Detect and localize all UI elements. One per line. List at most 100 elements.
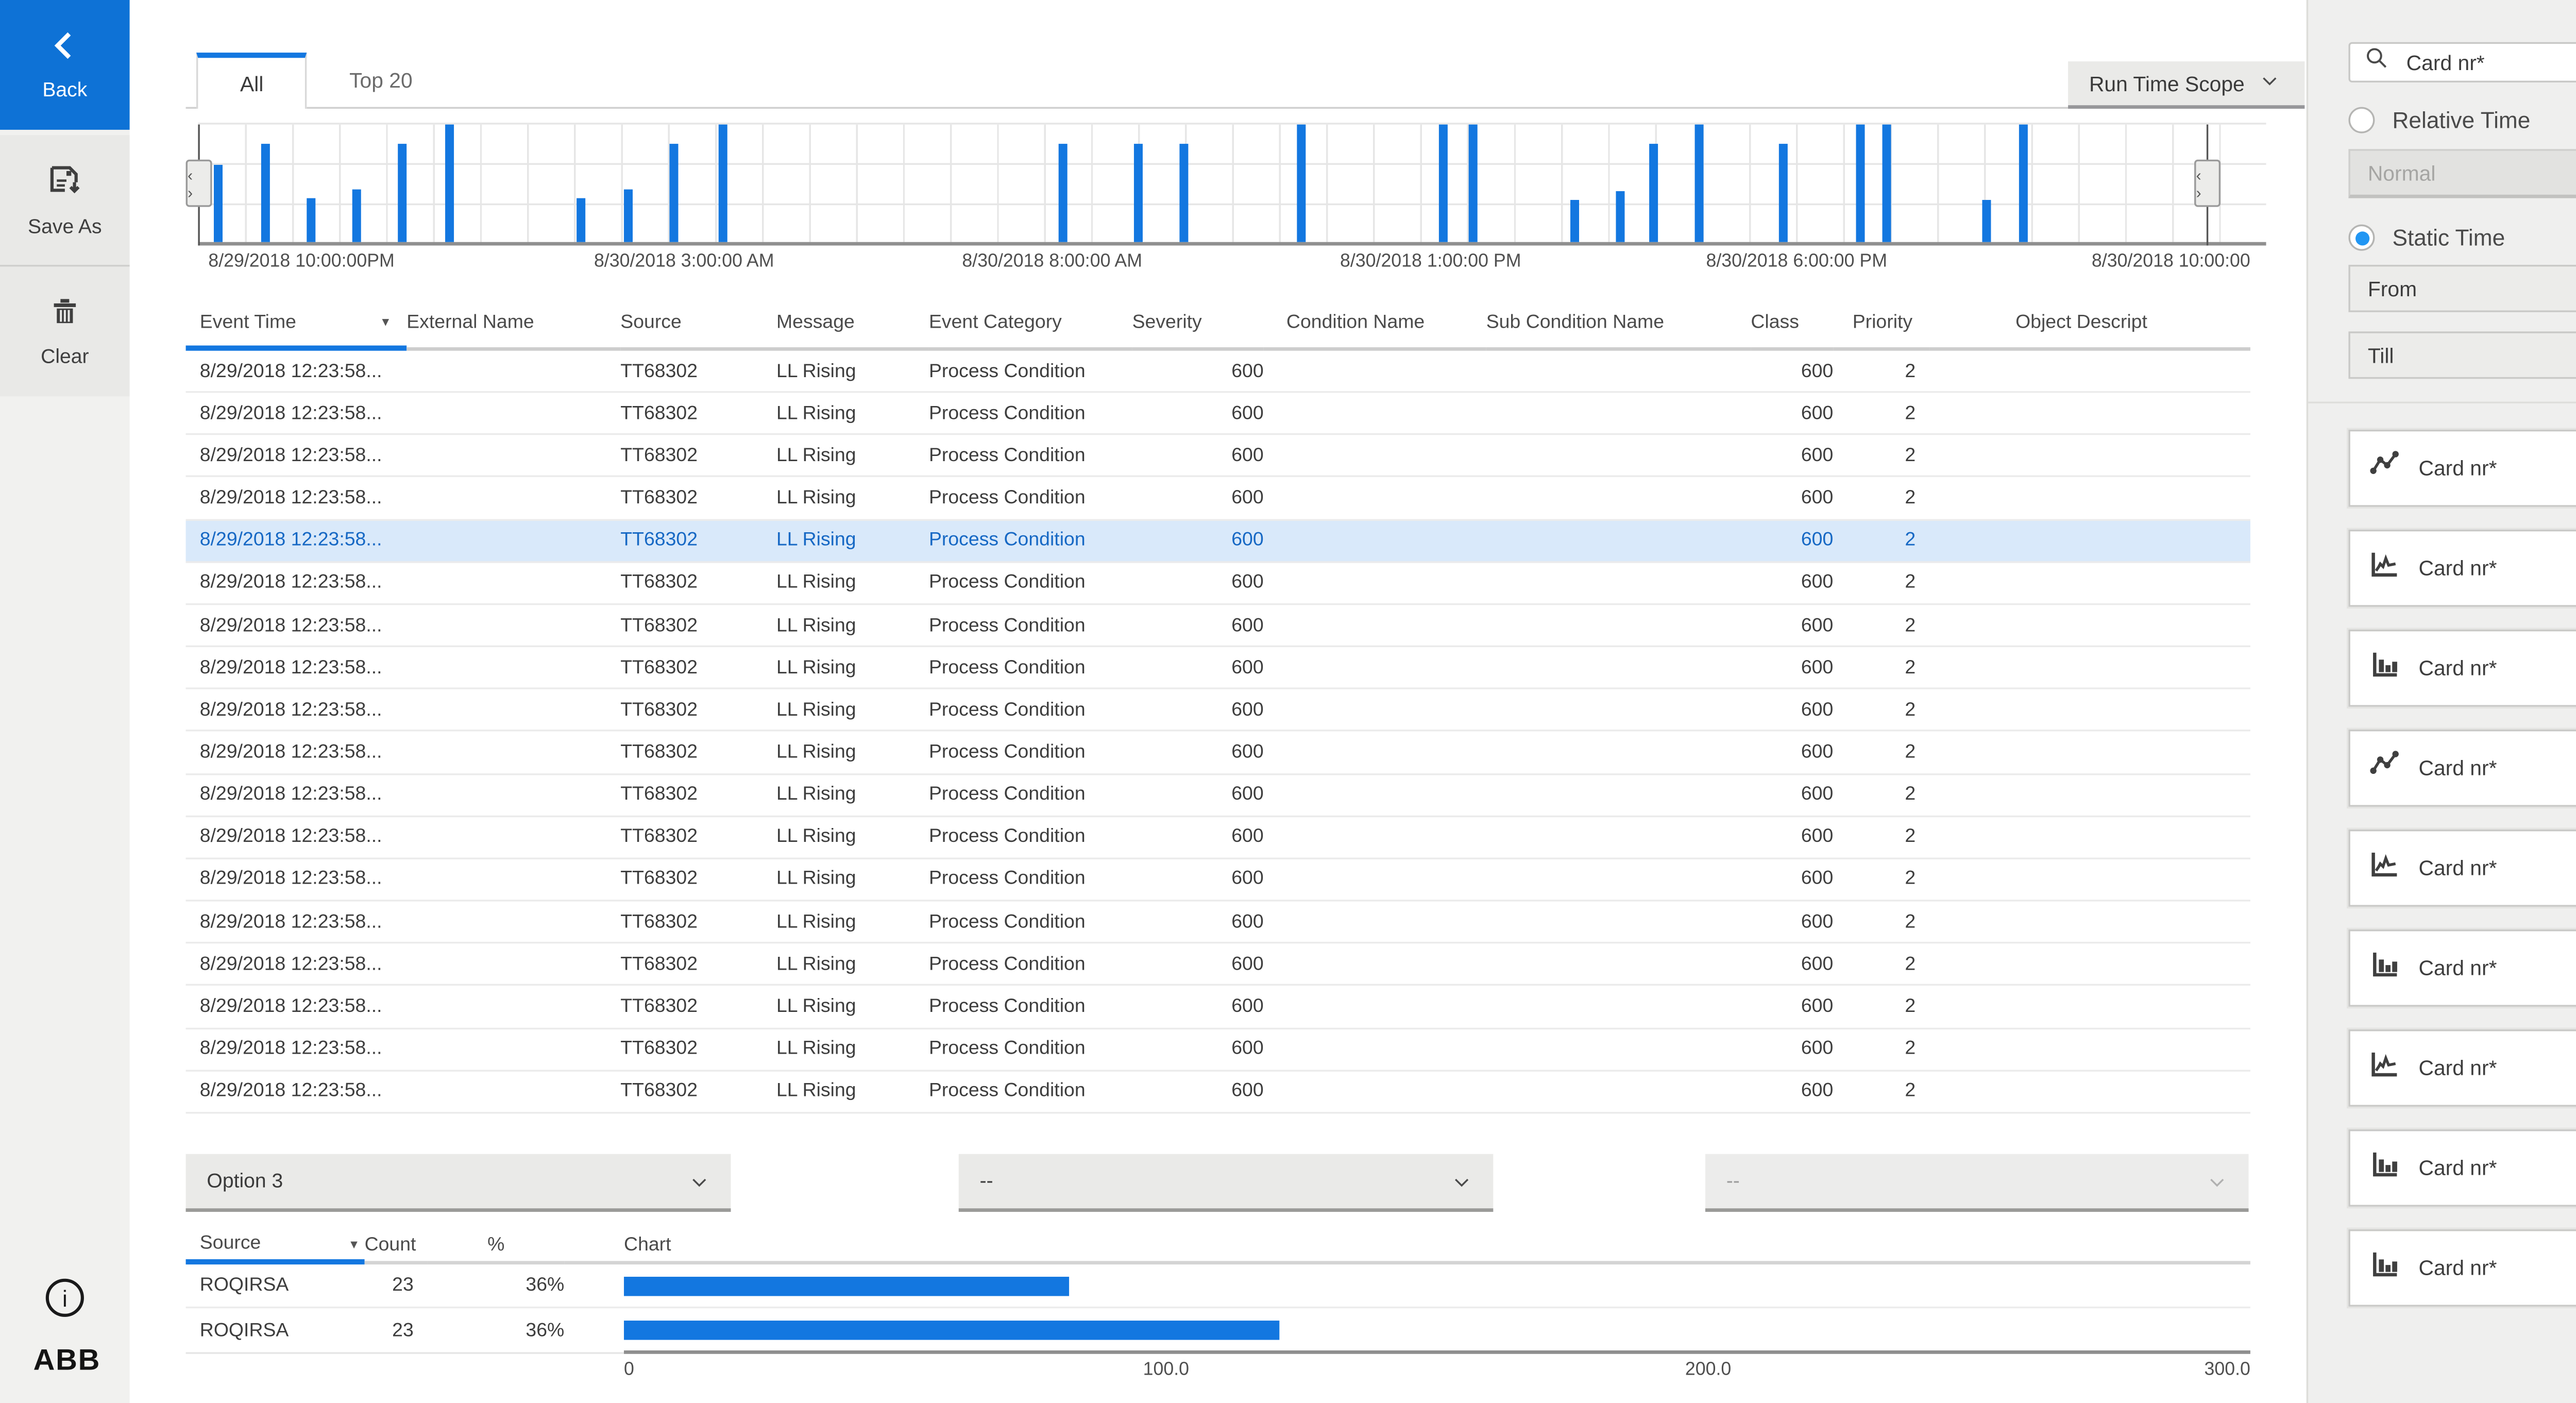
clear-button[interactable]: Clear <box>0 265 130 396</box>
table-row[interactable]: 8/29/2018 12:23:58...TT68302LL RisingPro… <box>186 563 2250 605</box>
card-item[interactable]: Card nr*☆ <box>2348 1229 2576 1307</box>
save-as-button[interactable]: Save As <box>0 135 130 265</box>
table-cell: LL Rising <box>776 520 929 561</box>
trash-icon <box>47 295 82 339</box>
table-row[interactable]: 8/29/2018 12:23:58...TT68302LL RisingPro… <box>186 647 2250 689</box>
timeline-left-handle[interactable]: ‹ › <box>186 160 212 207</box>
timeline-right-handle[interactable]: ‹ › <box>2194 160 2221 207</box>
column-header-condition-name[interactable]: Condition Name <box>1264 298 1486 351</box>
table-row[interactable]: 8/29/2018 12:23:58...TT68302LL RisingPro… <box>186 520 2250 563</box>
table-cell: LL Rising <box>776 1071 929 1112</box>
card-item[interactable]: Card nr*☆ <box>2348 630 2576 707</box>
card-item[interactable]: Card nr*☆ <box>2348 730 2576 807</box>
table-cell <box>1929 563 2250 603</box>
table-row[interactable]: 8/29/2018 12:23:58...TT68302LL RisingPro… <box>186 1028 2250 1071</box>
column-header-sub-condition-name[interactable]: Sub Condition Name <box>1486 298 1751 351</box>
table-row[interactable]: 8/29/2018 12:23:58...TT68302LL RisingPro… <box>186 774 2250 817</box>
column-header-class[interactable]: Class <box>1751 298 1833 351</box>
table-cell: 8/29/2018 12:23:58... <box>186 859 407 900</box>
clear-label: Clear <box>41 347 89 368</box>
timeline-bar <box>1133 144 1142 242</box>
column-header-source[interactable]: Source <box>620 298 776 351</box>
back-chevron-icon <box>47 28 82 72</box>
table-row[interactable]: 8/29/2018 12:23:58...TT68302LL RisingPro… <box>186 605 2250 647</box>
table-cell: LL Rising <box>776 563 929 603</box>
column-header-severity[interactable]: Severity <box>1132 298 1264 351</box>
card-search-input[interactable] <box>2403 48 2576 76</box>
table-cell <box>1486 944 1751 985</box>
column-header-count[interactable]: Count <box>365 1228 428 1264</box>
table-cell <box>406 435 620 476</box>
card-item[interactable]: Card nr*☆ <box>2348 1029 2576 1107</box>
table-row[interactable]: 8/29/2018 12:23:58...TT68302LL RisingPro… <box>186 817 2250 859</box>
card-item[interactable]: Card nr*★ <box>2348 430 2576 507</box>
column-header-message[interactable]: Message <box>776 298 929 351</box>
table-row[interactable]: 8/29/2018 12:23:58...TT68302LL RisingPro… <box>186 944 2250 986</box>
timeline-tick-label: 8/30/2018 10:00:00 <box>2092 251 2250 272</box>
table-cell: 600 <box>1751 435 1833 476</box>
table-row[interactable]: 8/29/2018 12:23:58...TT68302LL RisingPro… <box>186 859 2250 901</box>
column-header-priority[interactable]: Priority <box>1833 298 1929 351</box>
card-item[interactable]: Card nr*★ <box>2348 830 2576 907</box>
table-cell: TT68302 <box>620 478 776 518</box>
static-time-radio[interactable]: Static Time <box>2348 225 2505 251</box>
column-header-source[interactable]: Source ▾ <box>186 1228 365 1264</box>
till-date-field[interactable]: Till <box>2348 331 2576 379</box>
card-item[interactable]: Card nr*☆ <box>2348 929 2576 1007</box>
table-cell: LL Rising <box>776 435 929 476</box>
table-cell: LL Rising <box>776 986 929 1027</box>
table-cell <box>1929 690 2250 731</box>
table-cell: 600 <box>1132 647 1264 688</box>
tab-all[interactable]: All <box>196 53 307 109</box>
table-row[interactable]: 8/29/2018 12:23:58...TT68302LL RisingPro… <box>186 986 2250 1028</box>
table-row[interactable]: 8/29/2018 12:23:58...TT68302LL RisingPro… <box>186 351 2250 393</box>
from-date-field[interactable]: From <box>2348 265 2576 312</box>
table-cell: TT68302 <box>620 520 776 561</box>
table-row[interactable]: 8/29/2018 12:23:58...TT68302LL RisingPro… <box>186 478 2250 520</box>
table-cell <box>406 605 620 646</box>
timeline-tick-label: 8/30/2018 1:00:00 PM <box>1340 251 1521 272</box>
table-cell: 8/29/2018 12:23:58... <box>186 563 407 603</box>
table-cell: 8/29/2018 12:23:58... <box>186 732 407 773</box>
run-time-scope-dropdown[interactable]: Run Time Scope <box>2068 61 2304 109</box>
table-row[interactable]: 8/29/2018 12:23:58...TT68302LL RisingPro… <box>186 1071 2250 1113</box>
axis-tick-label: 300.0 <box>2205 1359 2250 1380</box>
table-cell: Process Condition <box>929 647 1132 688</box>
group-by-value: Option 3 <box>207 1171 283 1192</box>
filter-2-dropdown[interactable]: -- <box>959 1154 1494 1212</box>
relative-time-dropdown[interactable]: Normal <box>2348 149 2576 198</box>
table-row[interactable]: 8/29/2018 12:23:58...TT68302LL RisingPro… <box>186 435 2250 478</box>
table-cell: TT68302 <box>620 435 776 476</box>
table-row[interactable]: 8/29/2018 12:23:58...TT68302LL RisingPro… <box>186 902 2250 944</box>
column-header-percent[interactable]: % <box>428 1228 564 1264</box>
table-cell <box>1264 435 1486 476</box>
column-header-object-descript[interactable]: Object Descript <box>1929 298 2250 351</box>
summary-table-header: Source ▾ Count % Chart <box>186 1228 2250 1264</box>
main-content: All Top 20 Run Time Scope ‹ › ‹ › 8/29/2… <box>130 0 2307 1403</box>
card-label: Card nr* <box>2418 1156 2576 1180</box>
table-row[interactable]: 8/29/2018 12:23:58...TT68302LL RisingPro… <box>186 690 2250 732</box>
timeline-bar <box>1778 144 1787 242</box>
card-item[interactable]: Card nr*☆ <box>2348 530 2576 607</box>
relative-time-radio[interactable]: Relative Time <box>2348 107 2530 133</box>
card-label: Card nr* <box>2418 456 2576 481</box>
info-button[interactable]: i <box>44 1277 86 1319</box>
event-table-header: Event Time▾External NameSourceMessageEve… <box>186 298 2250 351</box>
table-row[interactable]: 8/29/2018 12:23:58...TT68302LL RisingPro… <box>186 393 2250 435</box>
back-button[interactable]: Back <box>0 0 130 130</box>
card-label: Card nr* <box>2418 1256 2576 1280</box>
column-header-event-time[interactable]: Event Time▾ <box>186 298 407 351</box>
table-row[interactable]: 8/29/2018 12:23:58...TT68302LL RisingPro… <box>186 732 2250 774</box>
table-cell: Process Condition <box>929 393 1132 434</box>
card-search-box[interactable]: ★ <box>2348 42 2576 82</box>
filter-3-dropdown[interactable]: -- <box>1705 1154 2249 1212</box>
table-cell: 2 <box>1833 351 1929 392</box>
table-cell <box>1486 902 1751 942</box>
column-header-external-name[interactable]: External Name <box>406 298 620 351</box>
card-item[interactable]: Card nr*☆ <box>2348 1129 2576 1207</box>
column-header-event-category[interactable]: Event Category <box>929 298 1132 351</box>
summary-row[interactable]: ROQIRSA2336% <box>186 1264 2250 1308</box>
group-by-dropdown[interactable]: Option 3 <box>186 1154 731 1212</box>
tab-top-20[interactable]: Top 20 <box>307 53 454 109</box>
summary-row[interactable]: ROQIRSA2336% <box>186 1308 2250 1352</box>
